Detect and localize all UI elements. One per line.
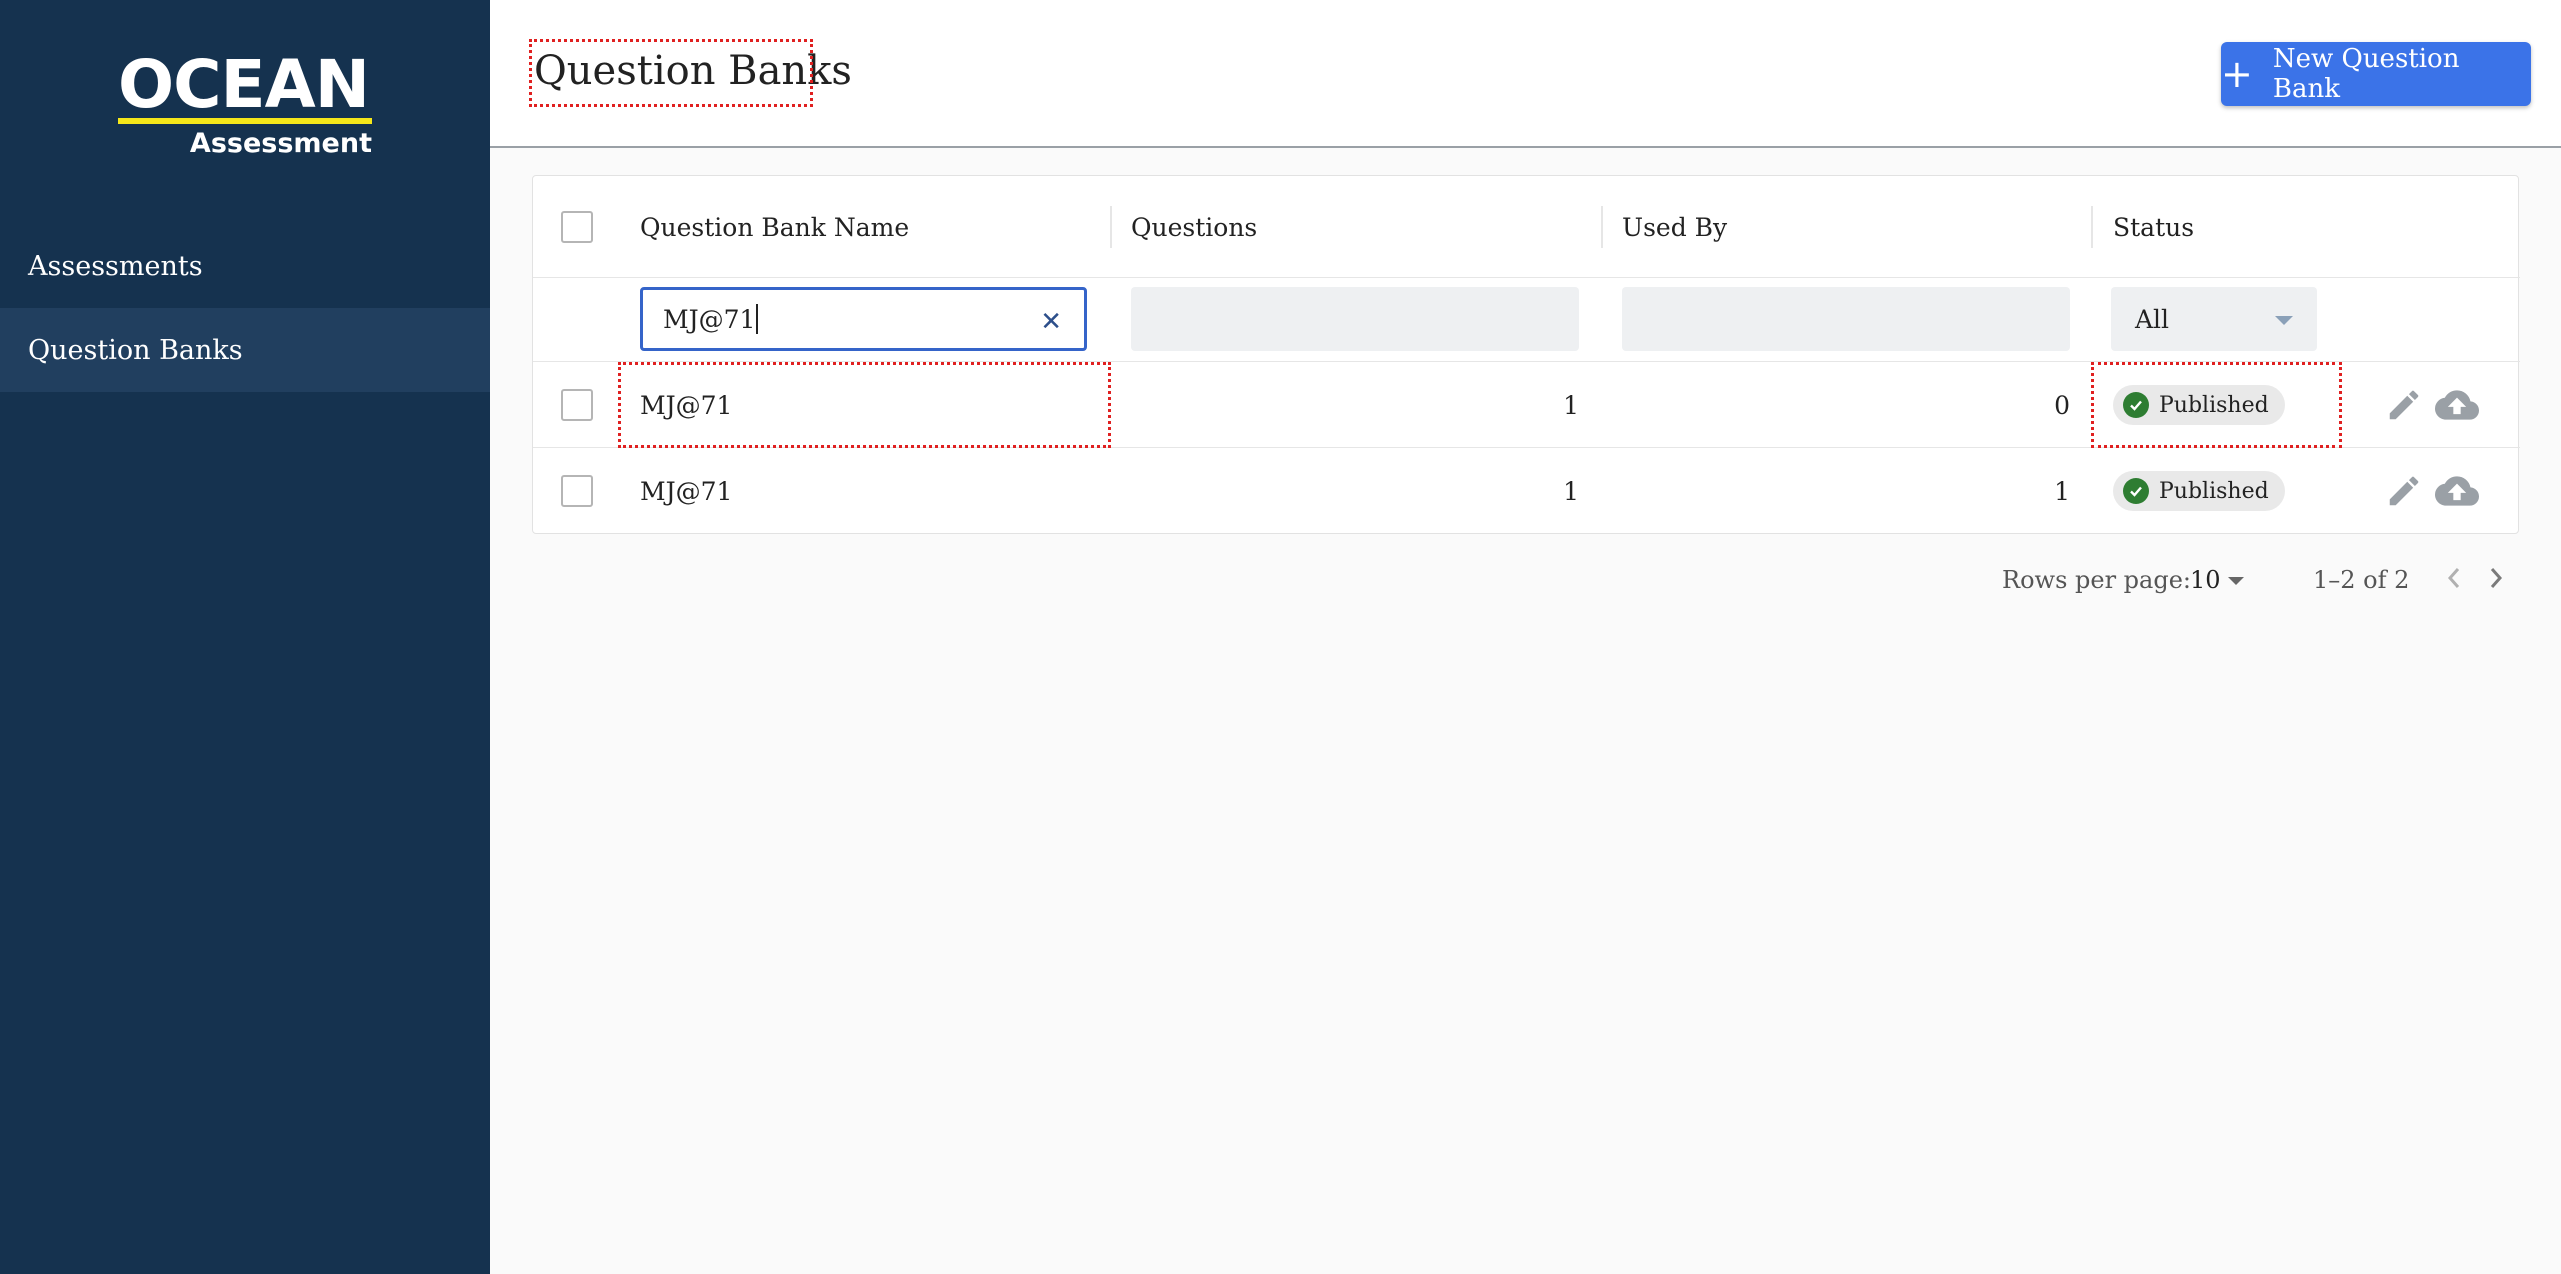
row-questions-count: 1: [1563, 390, 1579, 420]
rows-per-page-select[interactable]: 10: [2190, 566, 2221, 594]
chevron-down-icon[interactable]: [2228, 577, 2244, 585]
edit-pencil-icon[interactable]: [2385, 472, 2423, 514]
new-question-bank-label: New Question Bank: [2272, 44, 2460, 104]
row-name-cell: MJ@71: [618, 362, 1111, 448]
logo-underline: [118, 118, 372, 124]
status-label: Published: [2159, 478, 2269, 504]
row-name: MJ@71: [640, 476, 733, 506]
check-circle-icon: [2123, 392, 2149, 418]
page-title: Question Banks: [529, 39, 852, 107]
sidebar-item-assessments[interactable]: Assessments: [0, 224, 490, 308]
used-by-filter-input[interactable]: [1622, 287, 2070, 351]
logo-wordmark: OCEAN: [118, 46, 370, 123]
column-divider[interactable]: [1110, 206, 1112, 248]
edit-pencil-icon[interactable]: [2385, 386, 2423, 428]
status-badge: Published: [2113, 471, 2285, 511]
check-circle-icon: [2123, 478, 2149, 504]
sidebar-item-label: Question Banks: [28, 334, 243, 366]
row-checkbox[interactable]: [561, 475, 593, 507]
column-divider[interactable]: [2091, 206, 2093, 248]
clear-filter-icon[interactable]: ✕: [1040, 307, 1062, 337]
pagination-range: 1–2 of 2: [2313, 566, 2410, 594]
column-header-name[interactable]: Question Bank Name: [640, 176, 909, 278]
select-all-checkbox[interactable]: [561, 211, 593, 243]
row-name-cell: MJ@71: [640, 448, 1110, 534]
row-checkbox[interactable]: [561, 389, 593, 421]
sidebar-item-label: Assessments: [28, 250, 203, 282]
row-used-by-count: 1: [2054, 476, 2070, 506]
status-badge: Published: [2113, 385, 2285, 425]
new-question-bank-button[interactable]: + New Question Bank: [2221, 42, 2531, 106]
logo-subtitle: Assessment: [189, 128, 372, 159]
table-header-row: Question Bank Name Questions Used By Sta…: [533, 176, 2520, 278]
sidebar-item-question-banks[interactable]: Question Banks: [0, 308, 490, 392]
name-filter-input[interactable]: MJ@71 ✕: [640, 287, 1087, 351]
cloud-upload-icon[interactable]: [2435, 386, 2479, 428]
row-status-cell: Published: [2091, 362, 2342, 448]
column-divider[interactable]: [1601, 206, 1603, 248]
cloud-upload-icon[interactable]: [2435, 472, 2479, 514]
rows-per-page-label: Rows per page:: [2002, 566, 2191, 594]
row-name: MJ@71: [640, 390, 733, 420]
column-header-used-by[interactable]: Used By: [1622, 176, 1727, 278]
row-questions-count: 1: [1563, 476, 1579, 506]
table-row[interactable]: MJ@71 1 1 Published: [533, 448, 2520, 534]
table-filter-row: MJ@71 ✕ All: [533, 278, 2520, 362]
status-filter-value: All: [2135, 304, 2170, 334]
questions-filter-input[interactable]: [1131, 287, 1579, 351]
sidebar: OCEAN Assessment Assessments Question Ba…: [0, 0, 490, 1274]
question-banks-table: Question Bank Name Questions Used By Sta…: [532, 175, 2520, 534]
table-pagination: Rows per page: 10 1–2 of 2: [532, 550, 2519, 610]
column-header-status[interactable]: Status: [2113, 176, 2194, 278]
status-filter-select[interactable]: All: [2111, 287, 2317, 351]
name-filter-value: MJ@71: [663, 304, 756, 334]
column-header-questions[interactable]: Questions: [1131, 176, 1257, 278]
chevron-down-icon: [2275, 316, 2293, 325]
text-cursor: [756, 304, 759, 334]
chevron-right-icon[interactable]: [2486, 564, 2506, 598]
table-row[interactable]: MJ@71 1 0 Published: [533, 362, 2520, 448]
row-status-cell: Published: [2113, 448, 2342, 534]
row-used-by-count: 0: [2054, 390, 2070, 420]
ocean-logo: OCEAN Assessment: [118, 52, 372, 162]
status-label: Published: [2159, 392, 2269, 418]
plus-icon: +: [2221, 52, 2253, 96]
top-bar: Question Banks + New Question Bank: [490, 0, 2561, 148]
chevron-left-icon[interactable]: [2444, 564, 2464, 598]
